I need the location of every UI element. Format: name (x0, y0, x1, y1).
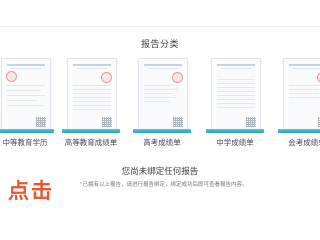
card-shelf (62, 129, 120, 133)
report-card-secondary-education[interactable]: 中等教育学历 (0, 54, 56, 149)
report-card-huikao[interactable]: 会考成绩单 (278, 54, 320, 149)
empty-state-description: "已拥有以上报告，请进行报告绑定，绑定成功后即可查看报告内容。 (80, 182, 248, 188)
qr-code-icon (102, 117, 112, 127)
promo-banner-text[interactable]: 点击 (8, 181, 54, 202)
top-bar (0, 0, 320, 26)
qr-code-icon (173, 117, 183, 127)
report-card-gaokao[interactable]: 高考成绩单 (133, 54, 193, 149)
report-card-label: 中等教育学历 (2, 138, 48, 147)
qr-code-icon (246, 117, 256, 127)
card-shelf (278, 129, 320, 133)
report-thumbnail (1, 58, 51, 132)
stamp-icon (172, 72, 183, 83)
stamp-icon (101, 72, 112, 83)
report-thumbnail (67, 58, 117, 132)
report-card-list: 中等教育学历 高等教育成绩单 高考成绩单 中学成绩单 会考成绩 (0, 54, 320, 149)
report-card-higher-education[interactable]: 高等教育成绩单 (62, 54, 122, 149)
report-card-label: 会考成绩单 (288, 138, 320, 147)
divider (0, 26, 320, 27)
report-card-label: 中学成绩单 (216, 138, 254, 147)
empty-state-title: 您尚未绑定任何报告 (121, 167, 199, 177)
card-shelf (206, 129, 264, 133)
report-thumbnail (138, 58, 188, 132)
report-card-middle-school[interactable]: 中学成绩单 (206, 54, 266, 149)
report-thumbnail (211, 58, 261, 132)
report-card-label: 高考成绩单 (143, 138, 181, 147)
report-card-label: 高等教育成绩单 (64, 138, 118, 147)
qr-code-icon (36, 117, 46, 127)
section-title: 报告分类 (140, 40, 179, 50)
card-shelf (133, 129, 191, 133)
report-thumbnail (283, 58, 320, 132)
card-shelf (0, 129, 54, 133)
stamp-icon (6, 71, 17, 82)
